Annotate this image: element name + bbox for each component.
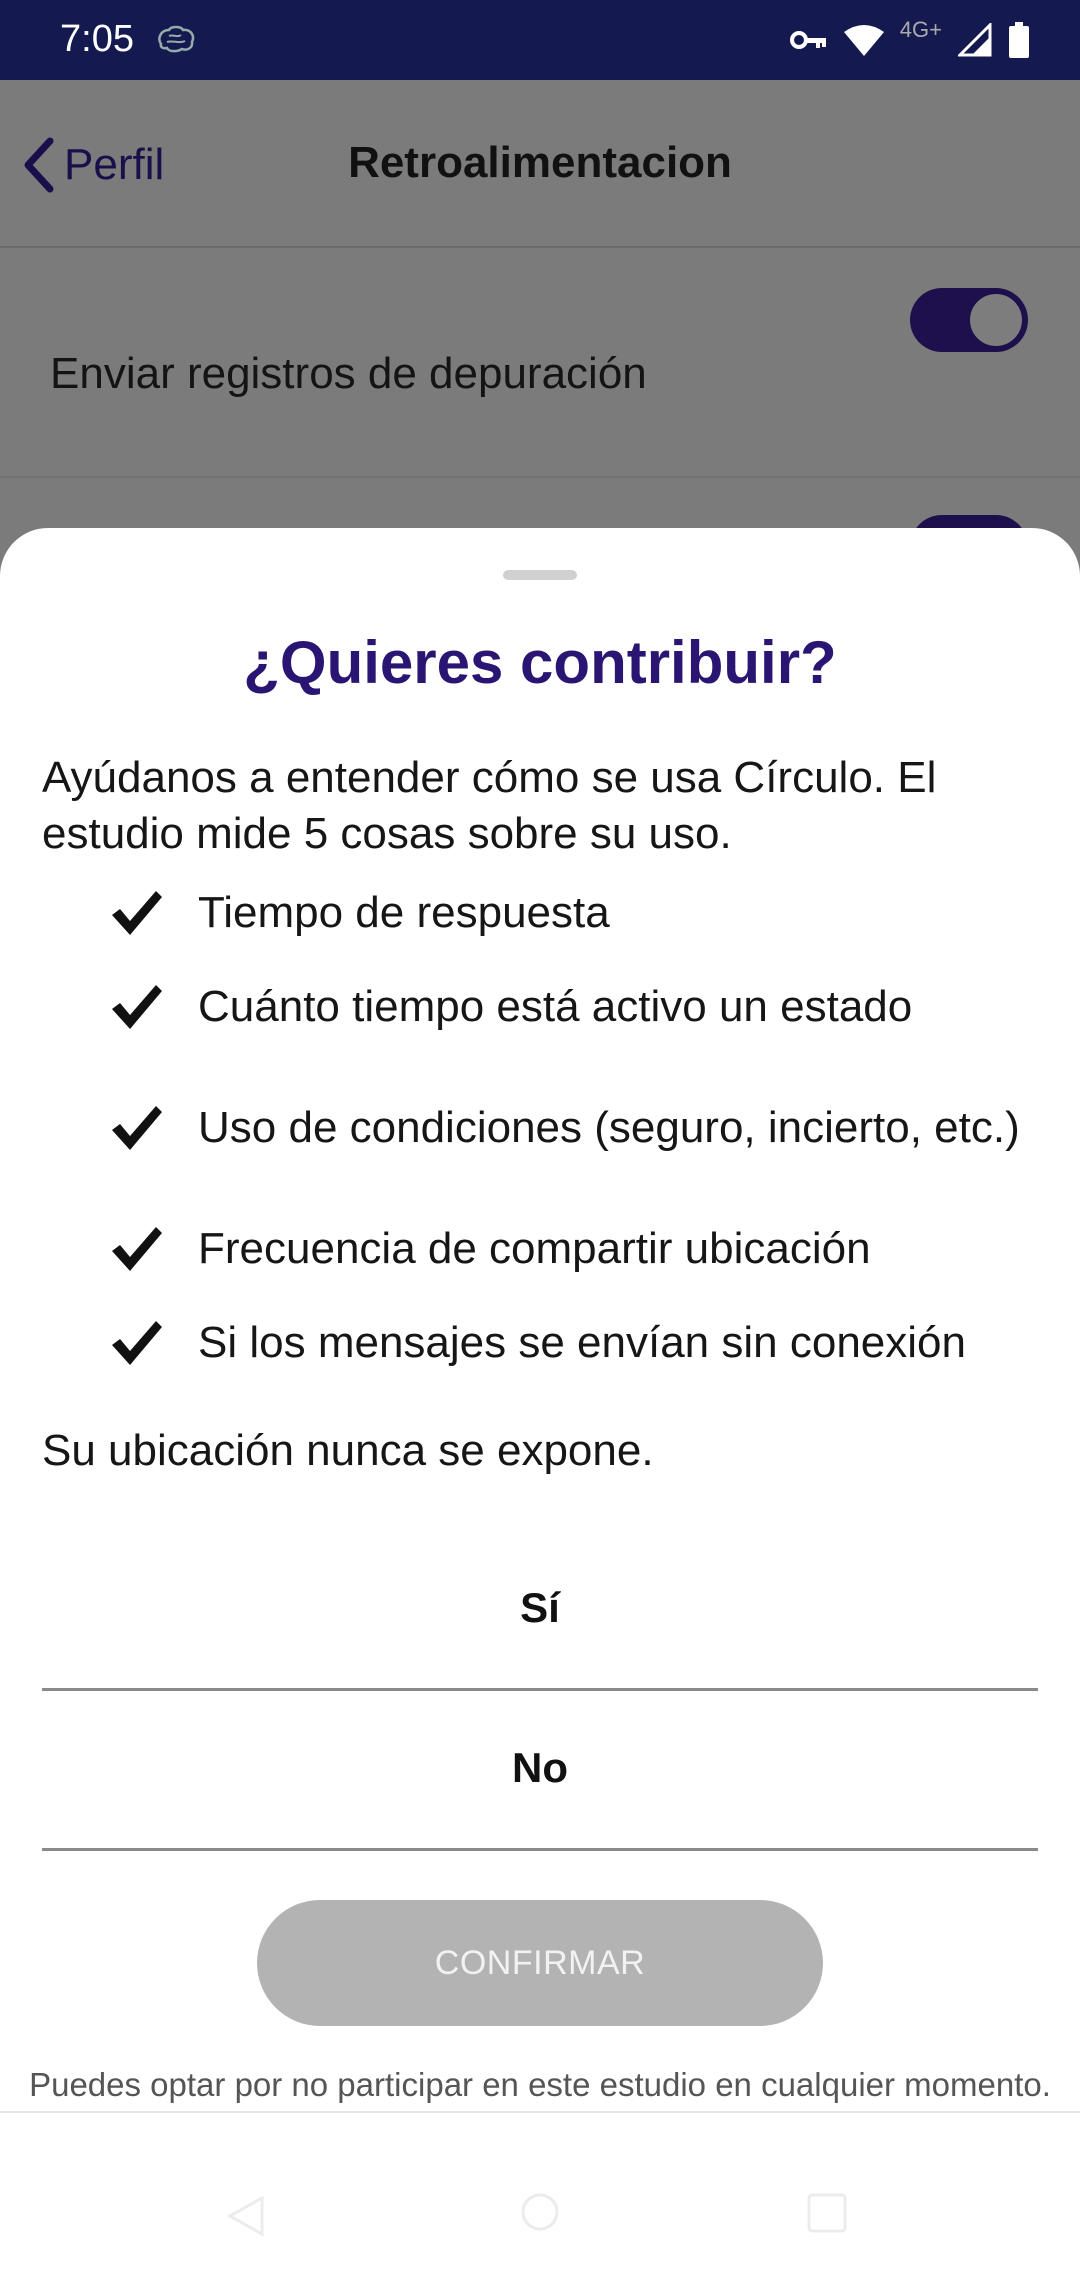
wifi-icon [843,25,884,56]
check-icon [112,985,162,1029]
confirm-label: CONFIRMAR [434,1943,646,1982]
status-icons: 4G+ [789,17,1030,62]
signal-icon [958,23,992,57]
nav-bar: Perfil Retroalimentacion [0,80,1080,248]
page-title: Retroalimentacion [348,138,732,187]
check-icon [112,1227,162,1271]
check-icon [112,891,162,935]
check-icon [112,1106,162,1150]
toggle-knob [968,292,1024,348]
list-item: Uso de condiciones (seguro, incierto, et… [0,1054,1080,1202]
vpn-key-icon [789,31,826,49]
option-yes[interactable]: Sí [42,1528,1038,1691]
intro-text: Ayúdanos a entender cómo se usa Círculo.… [42,753,937,858]
list-item-text: Tiempo de respuesta [198,888,610,937]
recent-apps-icon[interactable] [806,2192,848,2234]
privacy-note: Su ubicación nunca se expone. [42,1426,654,1475]
option-no-label: No [512,1744,568,1791]
setting-label: Enviar registros de depuración [50,349,647,398]
setting-row-debug-logs: Enviar registros de depuración [0,246,1080,478]
opt-out-note: Puedes optar por no participar en este e… [29,2066,1051,2103]
sheet-title: ¿Quieres contribuir? [243,629,837,696]
option-no[interactable]: No [42,1688,1038,1851]
contribute-bottom-sheet: ¿Quieres contribuir? Ayúdanos a entender… [0,528,1080,2280]
system-nav-bar [0,2170,1080,2280]
check-icon [112,1321,162,1365]
study-items-list: Tiempo de respuesta Cuánto tiempo está a… [0,866,1080,1390]
brain-icon [158,25,195,53]
network-type-label: 4G+ [899,17,942,42]
list-item-text: Si los mensajes se envían sin conexión [198,1318,966,1367]
battery-icon [1009,22,1029,58]
debug-logs-toggle[interactable] [910,288,1028,352]
list-item: Frecuencia de compartir ubicación [0,1202,1080,1296]
option-yes-label: Sí [520,1584,560,1631]
list-item: Si los mensajes se envían sin conexión [0,1296,1080,1390]
list-item-text: Frecuencia de compartir ubicación [198,1224,871,1273]
list-item-text: Uso de condiciones (seguro, incierto, et… [198,1103,1020,1152]
drag-handle[interactable] [503,570,577,580]
status-bar: 7:05 4G+ [0,0,1080,80]
divider [0,2111,1080,2113]
list-item-text: Cuánto tiempo está activo un estado [198,982,913,1031]
list-item: Tiempo de respuesta [0,866,1080,960]
home-circle-icon[interactable] [520,2192,560,2232]
back-triangle-icon[interactable] [222,2192,270,2240]
status-time: 7:05 [60,18,134,60]
confirm-button[interactable]: CONFIRMAR [257,1900,823,2026]
list-item: Cuánto tiempo está activo un estado [0,960,1080,1054]
